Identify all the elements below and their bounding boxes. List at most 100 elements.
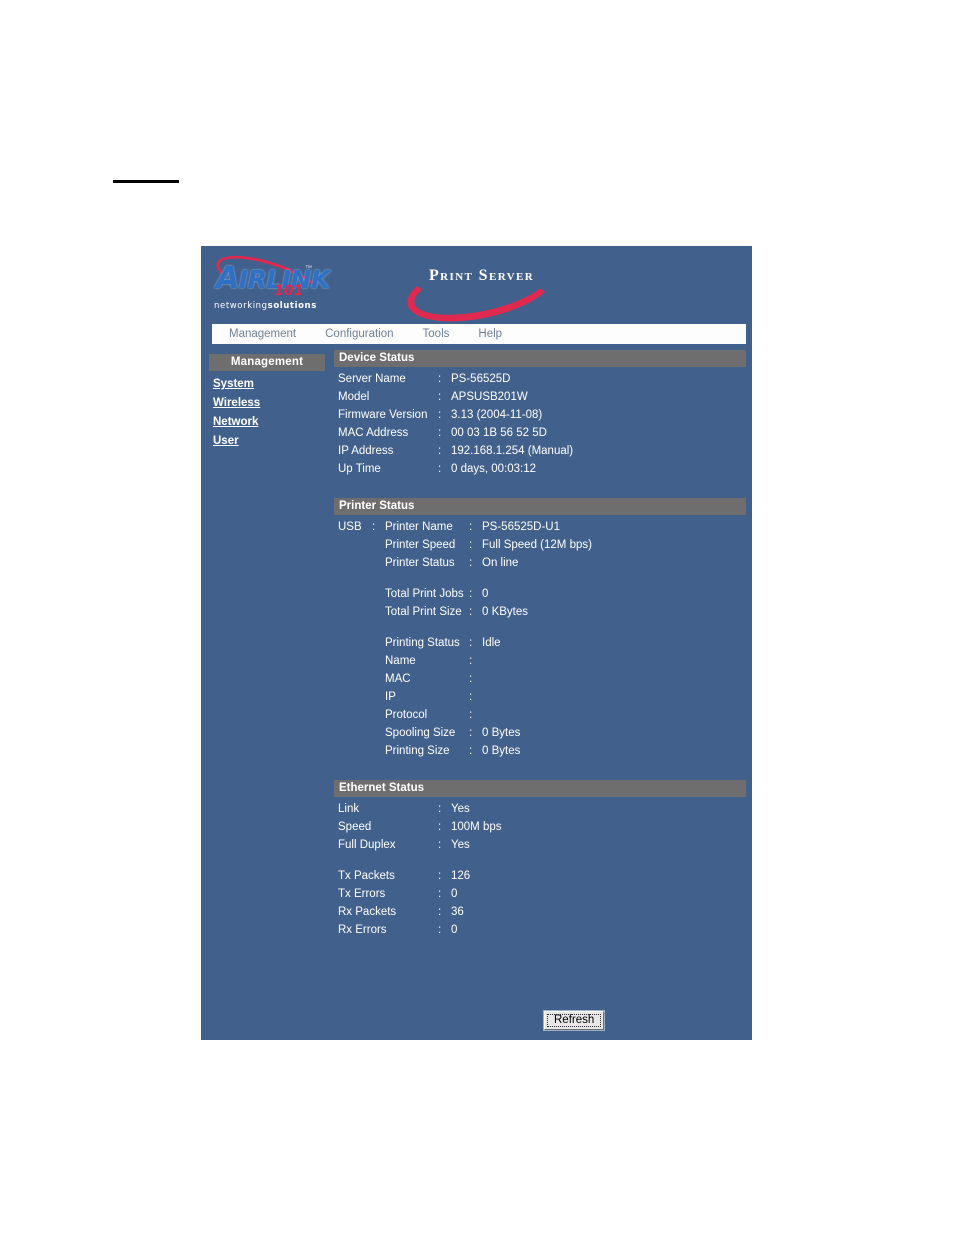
row-colon: : — [469, 606, 473, 618]
print-server-swoosh-icon — [401, 245, 561, 333]
nav-item-tools[interactable]: Tools — [412, 328, 450, 340]
spacer-row — [385, 574, 592, 587]
spacer-row — [338, 856, 502, 869]
ethernet-status-header: Ethernet Status — [334, 780, 746, 797]
row-label: Model — [338, 391, 370, 403]
table-row: Spooling Size : 0 Bytes — [385, 726, 592, 744]
row-label: Link — [338, 803, 360, 815]
row-value: 0 KBytes — [482, 606, 529, 618]
nav-label: Management — [229, 328, 297, 340]
row-label: Printing Size — [385, 745, 450, 757]
row-colon: : — [438, 391, 442, 403]
row-value — [482, 690, 592, 708]
nav-item-help[interactable]: Help — [467, 328, 502, 340]
row-colon: : — [438, 373, 442, 385]
row-colon: : — [469, 637, 473, 649]
bullet-icon — [412, 331, 419, 338]
row-value: Yes — [451, 839, 470, 851]
table-row: Printing Size : 0 Bytes — [385, 744, 592, 762]
row-value: 100M bps — [451, 821, 502, 833]
row-label: Total Print Jobs — [385, 588, 464, 600]
row-value: Yes — [451, 803, 470, 815]
table-row: Firmware Version : 3.13 (2004-11-08) — [338, 408, 573, 426]
row-colon: : — [469, 557, 473, 569]
content-column: Device Status Server Name : PS-56525D Mo… — [334, 350, 746, 941]
row-value: 00 03 1B 56 52 5D — [451, 427, 547, 439]
row-value — [482, 708, 592, 726]
row-label: Rx Errors — [338, 924, 387, 936]
table-row: Rx Errors : 0 — [338, 923, 502, 941]
airlink-101-text: 101 — [274, 283, 304, 299]
refresh-button-container: Refresh — [544, 1011, 605, 1030]
device-status-body: Server Name : PS-56525D Model : APSUSB20… — [334, 372, 746, 480]
nav-label: Configuration — [325, 328, 394, 340]
row-label: Name — [385, 655, 416, 667]
row-value: 36 — [451, 906, 464, 918]
row-label: MAC Address — [338, 427, 409, 439]
row-label: Protocol — [385, 709, 428, 721]
bullet-icon — [467, 331, 474, 338]
nav-label: Tools — [422, 328, 450, 340]
printer-status-body: USB : Printer Name : PS-56525D-U1 Printe… — [334, 520, 746, 762]
airlink-wordmark: AIRLINK — [216, 261, 330, 296]
row-value: 192.168.1.254 (Manual) — [451, 445, 574, 457]
row-value: On line — [482, 557, 519, 569]
row-value: 3.13 (2004-11-08) — [451, 409, 543, 421]
port-label: USB — [338, 521, 362, 533]
row-value — [482, 672, 592, 690]
row-label: Server Name — [338, 373, 406, 385]
sidebar-header: Management — [209, 354, 325, 371]
row-colon: : — [438, 821, 442, 833]
row-label: IP Address — [338, 445, 394, 457]
row-colon: : — [469, 655, 473, 667]
nav-item-configuration[interactable]: Configuration — [314, 328, 393, 340]
nav-item-management[interactable]: Management — [218, 328, 296, 340]
row-colon: : — [438, 870, 442, 882]
airlink-tagline: networkingsolutions — [214, 301, 317, 311]
row-value: 0 — [482, 588, 489, 600]
trademark-icon: ™ — [305, 265, 312, 272]
row-colon: : — [438, 906, 442, 918]
row-label: MAC — [385, 673, 411, 685]
main-navigation-bar: Management Configuration Tools Help — [212, 324, 746, 344]
sidebar-item-system[interactable]: System — [213, 378, 254, 390]
row-label: Tx Packets — [338, 870, 395, 882]
row-colon: : — [438, 888, 442, 900]
row-label: Total Print Size — [385, 606, 462, 618]
row-label: Firmware Version — [338, 409, 428, 421]
table-row: Model : APSUSB201W — [338, 390, 573, 408]
row-colon: : — [438, 463, 442, 475]
sidebar-item-wireless[interactable]: Wireless — [213, 397, 260, 409]
table-row: Link : Yes — [338, 802, 502, 820]
row-label: Printer Name — [385, 521, 453, 533]
row-label: Rx Packets — [338, 906, 397, 918]
table-row: MAC Address : 00 03 1B 56 52 5D — [338, 426, 573, 444]
row-label: Speed — [338, 821, 372, 833]
row-value: APSUSB201W — [451, 391, 528, 403]
row-colon: : — [438, 445, 442, 457]
table-row: Tx Packets : 126 — [338, 869, 502, 887]
print-server-web-ui-panel: AIRLINK ™ 101 networkingsolutions Print … — [201, 245, 752, 1040]
table-row: Protocol : — [385, 708, 592, 726]
table-row: Total Print Size : 0 KBytes — [385, 605, 592, 623]
row-value: PS-56525D — [451, 373, 511, 385]
row-value: Full Speed (12M bps) — [482, 539, 592, 551]
ethernet-status-body: Link : Yes Speed : 100M bps Full Duplex … — [334, 802, 746, 941]
row-label: Spooling Size — [385, 727, 456, 739]
row-colon: : — [469, 709, 473, 721]
nav-label: Help — [478, 328, 503, 340]
table-row: Printer Speed : Full Speed (12M bps) — [385, 538, 592, 556]
table-row: Up Time : 0 days, 00:03:12 — [338, 462, 573, 480]
row-label: Printer Speed — [385, 539, 456, 551]
table-row: Total Print Jobs : 0 — [385, 587, 592, 605]
row-colon: : — [438, 427, 442, 439]
sidebar: Management System Wireless Network User — [209, 354, 325, 447]
sidebar-item-network[interactable]: Network — [213, 416, 258, 428]
header-banner: AIRLINK ™ 101 networkingsolutions Print … — [201, 245, 752, 333]
sidebar-item-user[interactable]: User — [213, 435, 239, 447]
row-colon: : — [438, 839, 442, 851]
printer-info-table: Printer Name : PS-56525D-U1 Printer Spee… — [385, 520, 592, 762]
row-label: Printer Status — [385, 557, 455, 569]
page-divider-rule — [113, 180, 179, 183]
refresh-button[interactable]: Refresh — [544, 1011, 605, 1030]
